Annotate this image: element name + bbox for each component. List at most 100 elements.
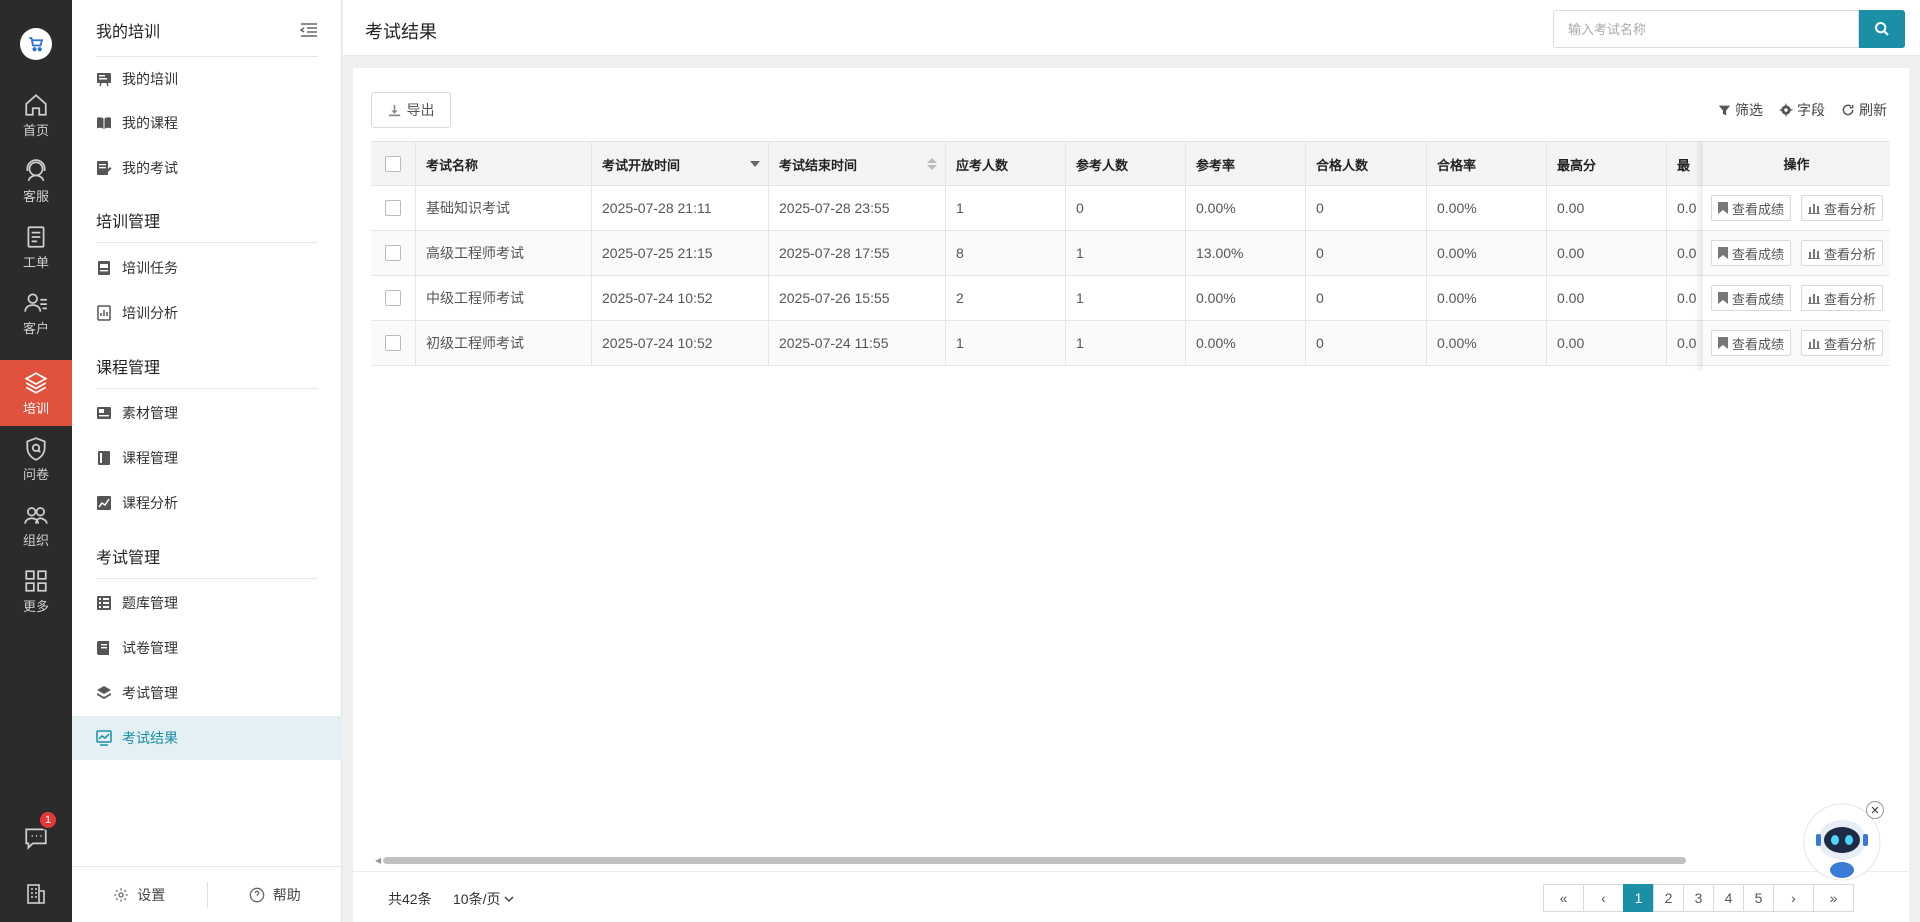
refresh-button[interactable]: 刷新 bbox=[1841, 100, 1887, 120]
sidebar-item-label: 考试管理 bbox=[122, 685, 178, 701]
sidebar-item-materials[interactable]: 素材管理 bbox=[72, 391, 342, 435]
nav-more[interactable]: 更多 bbox=[0, 558, 72, 624]
search-input[interactable] bbox=[1553, 10, 1859, 48]
sidebar-item-papers[interactable]: 试卷管理 bbox=[72, 626, 342, 670]
fields-button[interactable]: 字段 bbox=[1779, 100, 1825, 120]
help-button[interactable]: 帮助 bbox=[208, 885, 343, 905]
refresh-icon bbox=[1842, 104, 1854, 116]
nav-service[interactable]: 客服 bbox=[0, 148, 72, 214]
cell-attended: 1 bbox=[1066, 276, 1186, 320]
col-pass-rate[interactable]: 合格率 bbox=[1427, 142, 1547, 186]
view-analysis-button[interactable]: 查看分析 bbox=[1801, 240, 1884, 266]
headset-icon bbox=[26, 158, 46, 181]
sidebar-item-exam-mgmt[interactable]: 考试管理 bbox=[72, 671, 342, 715]
view-analysis-button[interactable]: 查看分析 bbox=[1801, 330, 1884, 356]
view-scores-button[interactable]: 查看成绩 bbox=[1711, 285, 1792, 311]
col-passed[interactable]: 合格人数 bbox=[1306, 142, 1427, 186]
sort-icon[interactable] bbox=[927, 157, 937, 171]
analysis-icon bbox=[96, 305, 112, 321]
row-checkbox[interactable] bbox=[385, 290, 401, 306]
last-page-button[interactable]: » bbox=[1813, 884, 1854, 912]
nav-survey[interactable]: 问卷 bbox=[0, 426, 72, 492]
sidebar-item-training-analysis[interactable]: 培训分析 bbox=[72, 291, 342, 335]
cell-end: 2025-07-24 11:55 bbox=[769, 321, 946, 365]
cell-max: 0.00 bbox=[1547, 186, 1667, 230]
btn-label: 查看成绩 bbox=[1732, 201, 1785, 217]
view-scores-button[interactable]: 查看成绩 bbox=[1711, 240, 1792, 266]
sidebar-item-course-analysis[interactable]: 课程分析 bbox=[72, 481, 342, 525]
row-actions: 查看成绩 查看分析 bbox=[1703, 231, 1890, 276]
app-logo[interactable] bbox=[20, 28, 52, 60]
page-3-button[interactable]: 3 bbox=[1683, 884, 1714, 912]
cell-expected: 2 bbox=[946, 276, 1066, 320]
sidebar-item-exam-results[interactable]: 考试结果 bbox=[72, 716, 342, 760]
filter-button[interactable]: 筛选 bbox=[1718, 100, 1763, 120]
btn-label: 查看成绩 bbox=[1732, 246, 1785, 262]
view-analysis-button[interactable]: 查看分析 bbox=[1801, 285, 1884, 311]
header-checkbox-cell bbox=[371, 142, 416, 186]
sidebar-title: 我的培训 bbox=[96, 24, 161, 41]
col-start-time[interactable]: 考试开放时间 bbox=[592, 142, 769, 186]
cell-passed: 0 bbox=[1306, 276, 1427, 320]
company-button[interactable] bbox=[0, 874, 72, 914]
col-label: 参考人数 bbox=[1076, 157, 1129, 173]
team-icon bbox=[24, 506, 48, 524]
sidebar-item-course-mgmt[interactable]: 课程管理 bbox=[72, 436, 342, 480]
bookmark-icon bbox=[1718, 337, 1728, 349]
col-attended[interactable]: 参考人数 bbox=[1066, 142, 1186, 186]
grid-icon bbox=[25, 569, 47, 592]
view-scores-button[interactable]: 查看成绩 bbox=[1711, 330, 1792, 356]
nav-training[interactable]: 培训 bbox=[0, 360, 72, 426]
scroll-left-arrow-icon[interactable]: ◀ bbox=[375, 856, 381, 865]
col-max-score[interactable]: 最高分 bbox=[1547, 142, 1667, 186]
horizontal-scrollbar[interactable]: ◀ bbox=[375, 855, 1888, 865]
sidebar-item-my-exams[interactable]: 我的考试 bbox=[72, 146, 342, 190]
col-exam-name[interactable]: 考试名称 bbox=[416, 142, 592, 186]
cell-rate: 0.00% bbox=[1186, 321, 1306, 365]
nav-customer[interactable]: 客户 bbox=[0, 280, 72, 346]
close-robot-button[interactable]: ✕ bbox=[1866, 801, 1884, 819]
view-scores-button[interactable]: 查看成绩 bbox=[1711, 195, 1792, 221]
scrollbar-thumb[interactable] bbox=[383, 857, 1686, 864]
nav-home[interactable]: 首页 bbox=[0, 82, 72, 148]
page-4-button[interactable]: 4 bbox=[1713, 884, 1744, 912]
page-1-button[interactable]: 1 bbox=[1623, 884, 1654, 912]
view-analysis-button[interactable]: 查看分析 bbox=[1801, 195, 1884, 221]
col-expected[interactable]: 应考人数 bbox=[946, 142, 1066, 186]
page-2-button[interactable]: 2 bbox=[1653, 884, 1684, 912]
sort-desc-icon[interactable] bbox=[750, 160, 760, 168]
search-button[interactable] bbox=[1859, 10, 1905, 48]
collapse-menu-icon[interactable] bbox=[300, 23, 318, 37]
prev-page-button[interactable]: ‹ bbox=[1583, 884, 1624, 912]
page-5-button[interactable]: 5 bbox=[1743, 884, 1774, 912]
sidebar-item-label: 培训分析 bbox=[122, 305, 178, 321]
row-checkbox[interactable] bbox=[385, 335, 401, 351]
export-button[interactable]: 导出 bbox=[371, 92, 451, 128]
nav-org-label: 组织 bbox=[22, 532, 49, 548]
trend-chart-icon bbox=[96, 495, 112, 511]
next-page-button[interactable]: › bbox=[1773, 884, 1814, 912]
cell-start: 2025-07-24 10:52 bbox=[592, 276, 769, 320]
cell-end: 2025-07-28 23:55 bbox=[769, 186, 946, 230]
row-checkbox-cell bbox=[371, 276, 416, 320]
select-all-checkbox[interactable] bbox=[385, 156, 401, 172]
col-end-time[interactable]: 考试结束时间 bbox=[769, 142, 946, 186]
sidebar-item-my-courses[interactable]: 我的课程 bbox=[72, 101, 342, 145]
col-label: 最 bbox=[1677, 157, 1691, 173]
col-attend-rate[interactable]: 参考率 bbox=[1186, 142, 1306, 186]
first-page-button[interactable]: « bbox=[1543, 884, 1584, 912]
nav-org[interactable]: 组织 bbox=[0, 492, 72, 558]
nav-ticket[interactable]: 工单 bbox=[0, 214, 72, 280]
messages-button[interactable]: 1 bbox=[0, 810, 72, 858]
section-title: 培训管理 bbox=[96, 214, 161, 231]
sidebar-item-question-bank[interactable]: 题库管理 bbox=[72, 581, 342, 625]
table-row: 初级工程师考试 2025-07-24 10:52 2025-07-24 11:5… bbox=[371, 321, 1890, 366]
bookmark-icon bbox=[1718, 247, 1728, 259]
row-checkbox[interactable] bbox=[385, 245, 401, 261]
page-size-select[interactable]: 10条/页 bbox=[453, 889, 515, 909]
row-checkbox[interactable] bbox=[385, 200, 401, 216]
btn-label: 查看成绩 bbox=[1732, 336, 1785, 352]
sidebar-item-training-tasks[interactable]: 培训任务 bbox=[72, 246, 342, 290]
sidebar-item-my-training[interactable]: 我的培训 bbox=[72, 57, 342, 101]
settings-button[interactable]: 设置 bbox=[72, 885, 207, 905]
